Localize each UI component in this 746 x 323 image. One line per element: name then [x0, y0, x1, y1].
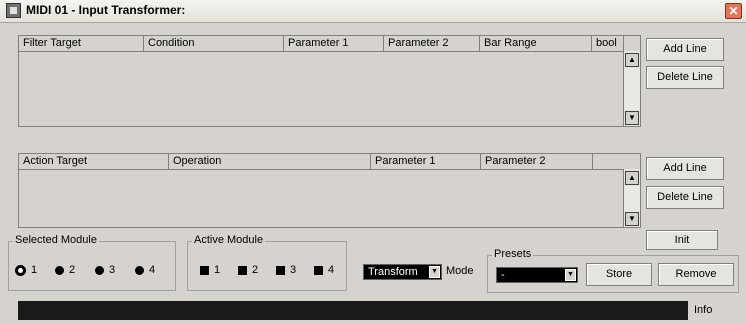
option-label: 3 [290, 264, 297, 276]
column-header-operation[interactable]: Operation [169, 154, 371, 169]
presets-value: - [501, 269, 505, 281]
radio-icon [135, 265, 144, 275]
mode-label: Mode [446, 265, 474, 277]
option-label: 1 [31, 264, 38, 276]
action-table: Action Target Operation Parameter 1 Para… [18, 153, 641, 228]
option-label: 4 [149, 264, 156, 276]
active-module-option-4[interactable]: 4 [314, 264, 334, 276]
filter-add-line-button[interactable]: Add Line [646, 38, 724, 61]
close-button[interactable]: ✕ [725, 3, 742, 19]
info-display [18, 301, 688, 320]
scroll-up-icon[interactable]: ▲ [625, 171, 639, 185]
store-button[interactable]: Store [586, 263, 652, 286]
scroll-down-icon[interactable]: ▼ [625, 111, 639, 125]
selected-module-option-3[interactable]: 3 [95, 264, 115, 276]
selected-module-group: Selected Module 1 2 3 4 [8, 234, 176, 291]
selected-module-title: Selected Module [13, 234, 99, 246]
mode-value: Transform [368, 266, 418, 278]
filter-table: Filter Target Condition Parameter 1 Para… [18, 35, 641, 127]
checkbox-checked-icon [314, 265, 323, 275]
action-add-line-button[interactable]: Add Line [646, 157, 724, 180]
option-label: 4 [328, 264, 335, 276]
option-label: 1 [214, 264, 221, 276]
column-header-parameter-1[interactable]: Parameter 1 [284, 36, 384, 51]
column-header-parameter-2[interactable]: Parameter 2 [481, 154, 593, 169]
option-label: 2 [69, 264, 76, 276]
filter-scrollbar[interactable]: ▲ ▼ [623, 51, 640, 126]
chevron-down-icon[interactable]: ▼ [565, 269, 576, 281]
option-label: 2 [252, 264, 259, 276]
radio-icon [55, 265, 64, 275]
scroll-down-icon[interactable]: ▼ [625, 212, 639, 226]
active-module-option-3[interactable]: 3 [276, 264, 296, 276]
column-header-bool[interactable]: bool [592, 36, 624, 51]
window-icon [6, 3, 21, 18]
column-header-filter-target[interactable]: Filter Target [19, 36, 144, 51]
chevron-down-icon[interactable]: ▼ [429, 266, 440, 278]
radio-icon [95, 265, 104, 275]
active-module-group: Active Module 1 2 3 4 [187, 234, 347, 291]
checkbox-checked-icon [238, 265, 247, 275]
active-module-title: Active Module [192, 234, 266, 246]
scroll-up-icon[interactable]: ▲ [625, 53, 639, 67]
action-delete-line-button[interactable]: Delete Line [646, 186, 724, 209]
mode-dropdown[interactable]: Transform ▼ [363, 264, 442, 280]
presets-dropdown[interactable]: - ▼ [496, 267, 578, 283]
selected-module-option-4[interactable]: 4 [135, 264, 155, 276]
column-header-parameter-2[interactable]: Parameter 2 [384, 36, 480, 51]
action-scrollbar[interactable]: ▲ ▼ [623, 169, 640, 227]
presets-title: Presets [492, 248, 534, 260]
column-header-bar-range[interactable]: Bar Range [480, 36, 592, 51]
option-label: 3 [109, 264, 116, 276]
radio-selected-icon [15, 264, 26, 276]
active-module-option-1[interactable]: 1 [200, 264, 220, 276]
column-header-action-target[interactable]: Action Target [19, 154, 169, 169]
filter-table-header: Filter Target Condition Parameter 1 Para… [19, 36, 640, 52]
column-header-condition[interactable]: Condition [144, 36, 284, 51]
action-table-header: Action Target Operation Parameter 1 Para… [19, 154, 640, 170]
selected-module-option-2[interactable]: 2 [55, 264, 75, 276]
init-button[interactable]: Init [646, 230, 718, 250]
title-bar: MIDI 01 - Input Transformer: ✕ [0, 0, 746, 23]
filter-delete-line-button[interactable]: Delete Line [646, 66, 724, 89]
info-label: Info [694, 304, 713, 316]
column-header-parameter-1[interactable]: Parameter 1 [371, 154, 481, 169]
presets-group: Presets - ▼ Store Remove [487, 248, 739, 293]
window-title: MIDI 01 - Input Transformer: [26, 3, 186, 17]
action-table-body[interactable] [19, 170, 623, 227]
active-module-option-2[interactable]: 2 [238, 264, 258, 276]
checkbox-checked-icon [200, 265, 209, 275]
checkbox-checked-icon [276, 265, 285, 275]
remove-button[interactable]: Remove [658, 263, 734, 286]
filter-table-body[interactable] [19, 52, 623, 126]
selected-module-option-1[interactable]: 1 [15, 264, 37, 276]
